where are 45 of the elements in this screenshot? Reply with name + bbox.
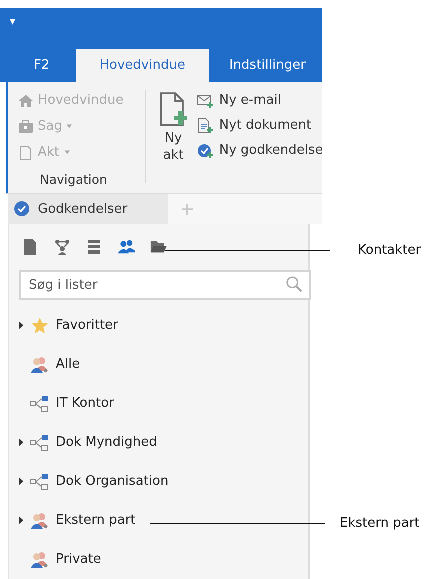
collapsed-arrow-icon[interactable] (19, 516, 24, 525)
tree-item[interactable]: Private (19, 540, 308, 579)
tree-item[interactable]: Ekstern part (19, 501, 308, 540)
people-icon (30, 550, 50, 568)
folder-icon[interactable] (150, 239, 167, 255)
tree-item[interactable]: Dok Organisation (19, 462, 308, 501)
org-structure-icon (30, 434, 50, 452)
approval-icon (197, 142, 216, 159)
ribbon-tab[interactable]: Hovedvindue (76, 49, 210, 82)
check-circle-icon (14, 201, 30, 217)
document-icon (18, 144, 34, 161)
people-icon (30, 356, 50, 374)
ribbon-tab[interactable]: Indstillinger (209, 49, 326, 82)
search-field[interactable]: Søg i lister (19, 270, 311, 300)
list-icon[interactable] (86, 239, 103, 255)
caret-icon (64, 149, 71, 156)
new-act-button[interactable]: Ny akt (156, 92, 192, 164)
ribbon-button[interactable]: Nyt dokument (197, 115, 322, 136)
collapsed-arrow-icon[interactable] (19, 321, 24, 330)
document-icon[interactable] (22, 239, 39, 255)
briefcase-icon (18, 118, 34, 135)
caret-icon (66, 123, 74, 130)
tree-item[interactable]: Dok Myndighed (19, 423, 308, 462)
star-icon (30, 316, 50, 334)
collapsed-arrow-icon[interactable] (19, 438, 24, 447)
new-document-icon (197, 118, 216, 134)
people-network-icon[interactable] (54, 239, 71, 255)
people-icon (30, 512, 50, 530)
callout-label: Kontakter (358, 243, 422, 258)
org-structure-icon (30, 472, 50, 490)
new-document-icon (158, 92, 189, 128)
quick-access-menu-icon[interactable]: ▾ (10, 15, 16, 28)
contacts-icon[interactable] (118, 239, 135, 255)
tree-item[interactable]: Favoritter (19, 306, 308, 345)
tree-item[interactable]: IT Kontor (19, 384, 308, 423)
ribbon-tab[interactable]: F2 (0, 49, 76, 82)
callout-label: Ekstern part (340, 516, 420, 531)
ribbon-button[interactable]: Ny e-mail (197, 90, 322, 112)
document-tab[interactable]: Godkendelser (8, 194, 168, 224)
new-mail-icon (197, 92, 216, 109)
collapsed-arrow-icon[interactable] (19, 477, 24, 486)
org-structure-icon (30, 394, 50, 412)
group-label: Navigation (39, 172, 108, 187)
tree-item[interactable]: Alle (19, 345, 308, 384)
home-icon (18, 92, 34, 109)
